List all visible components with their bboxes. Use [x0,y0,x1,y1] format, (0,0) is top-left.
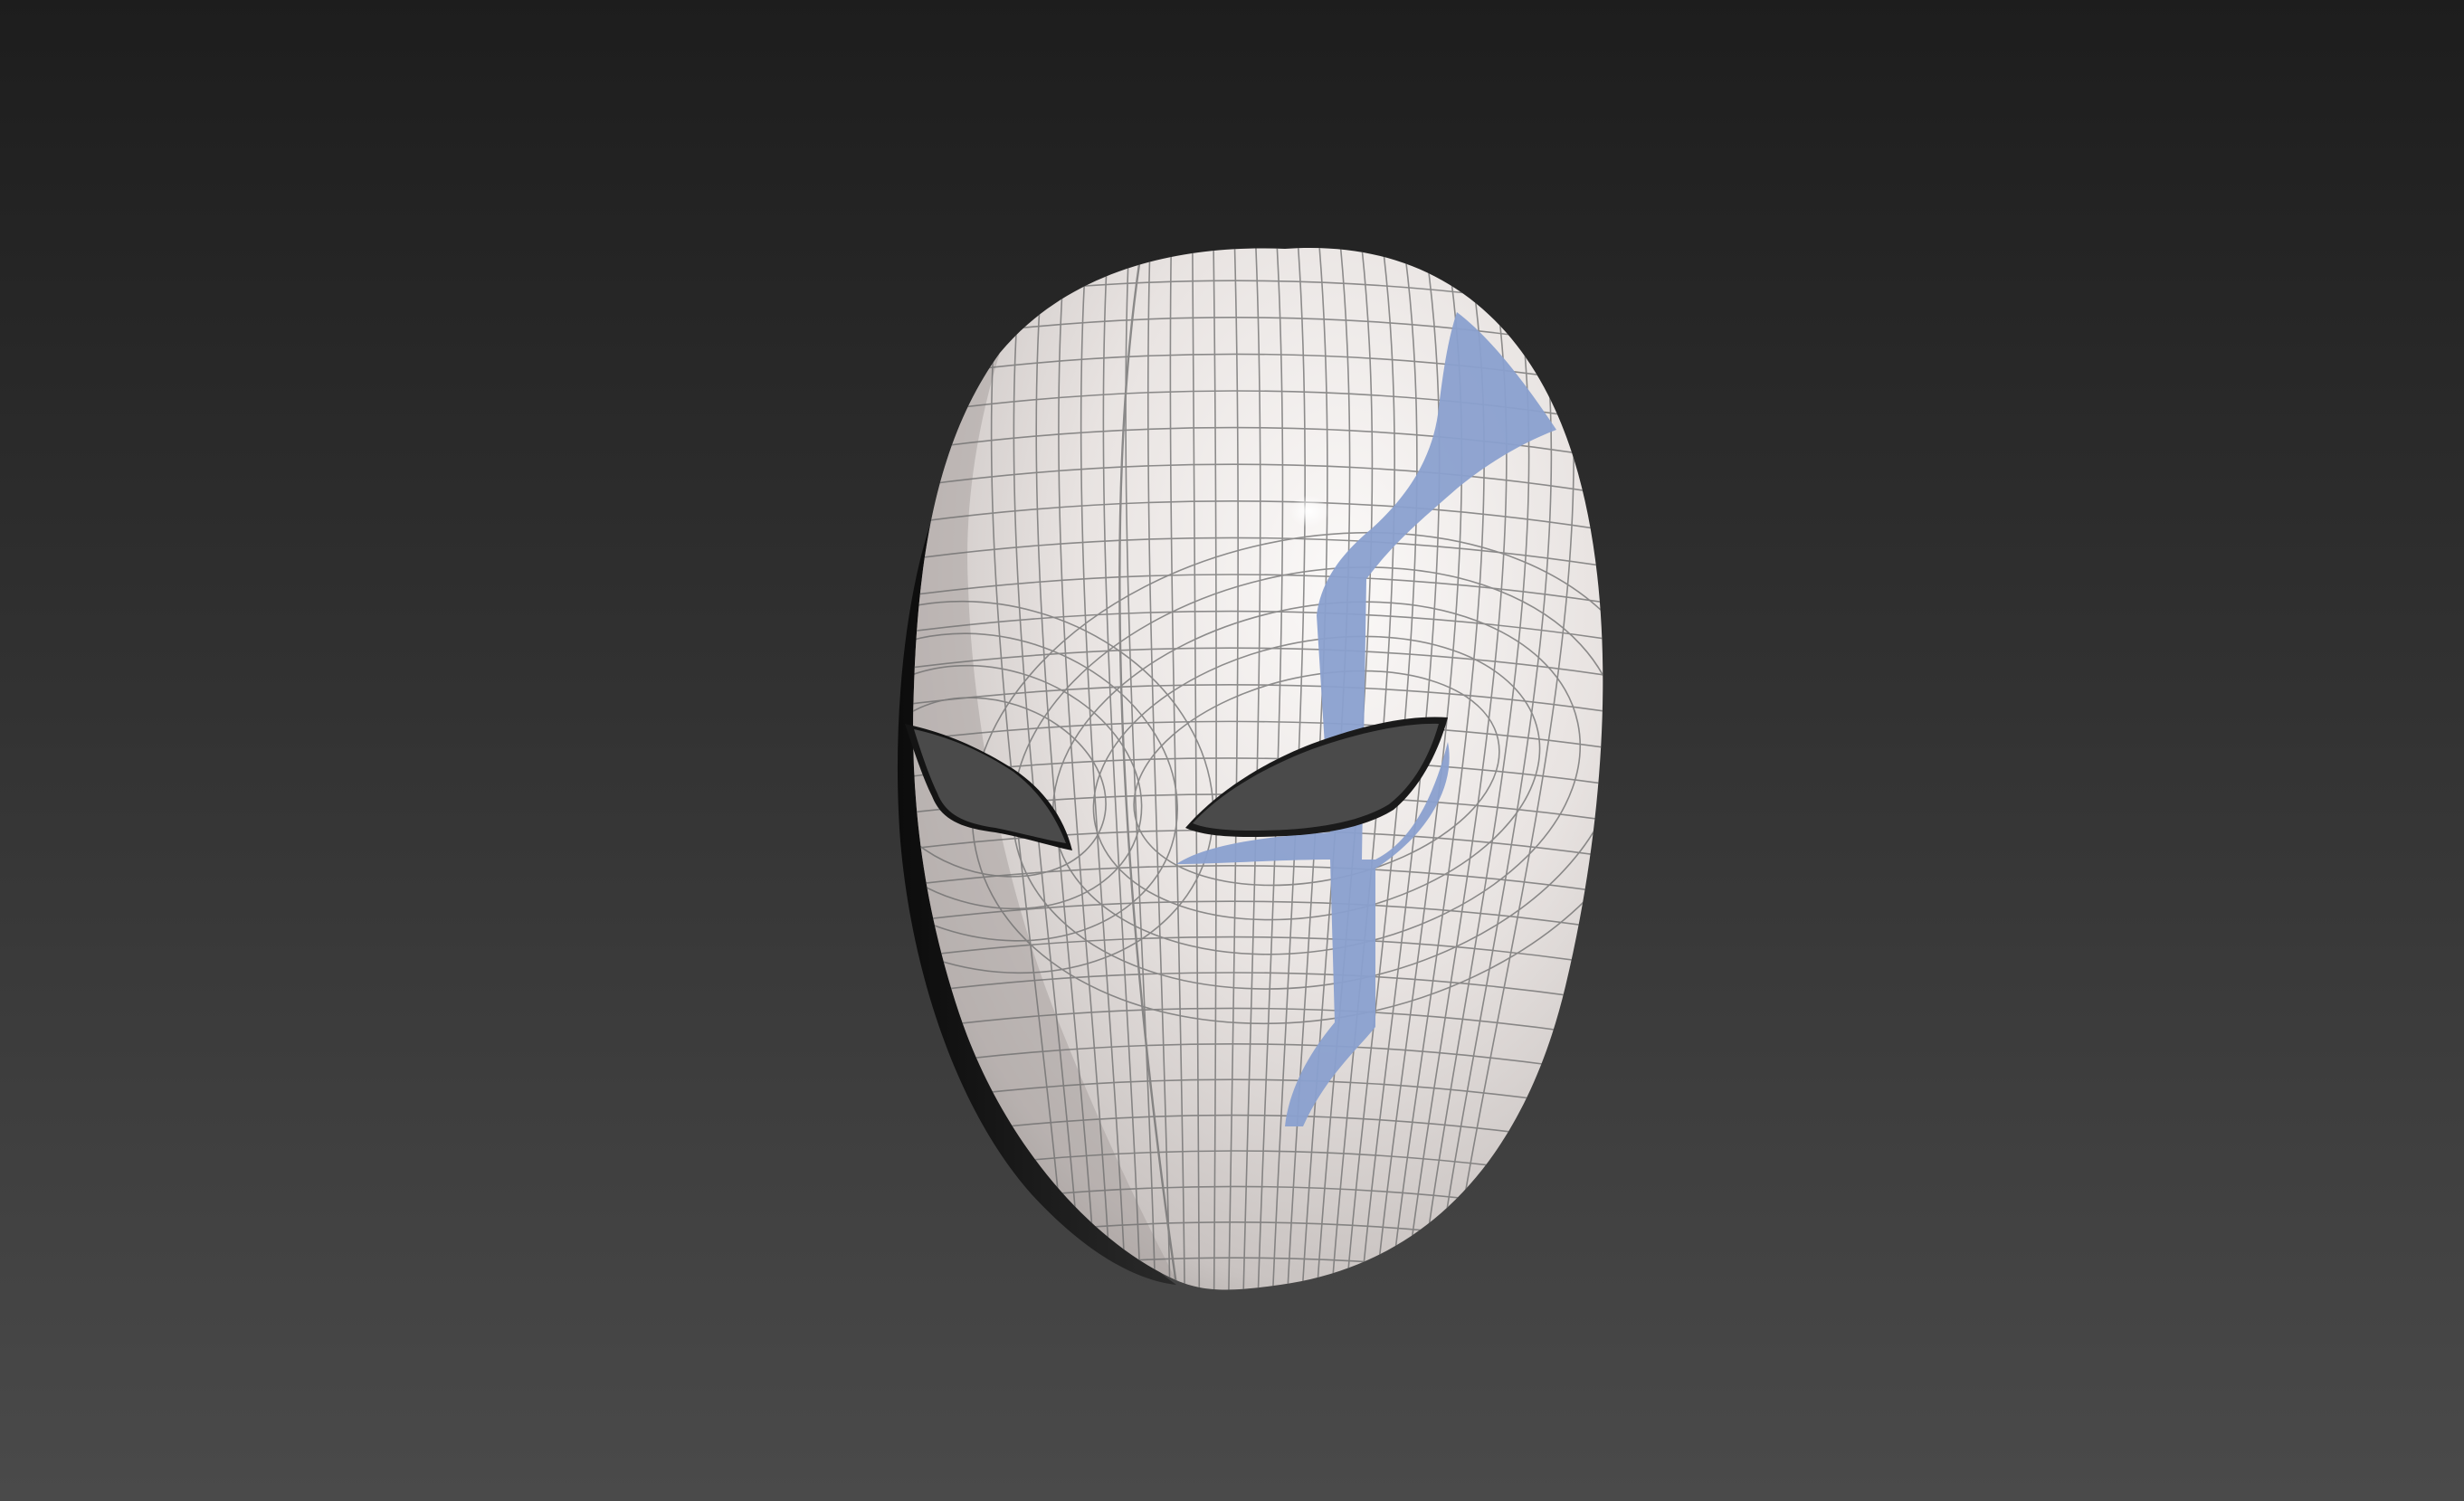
wireframe-edge-ring [896,1329,1629,1366]
3d-viewport[interactable] [0,0,2464,1501]
wireframe-edge-ring [896,1294,1629,1330]
viewport-scene[interactable] [0,0,2464,1501]
specular-highlight [1289,495,1329,527]
